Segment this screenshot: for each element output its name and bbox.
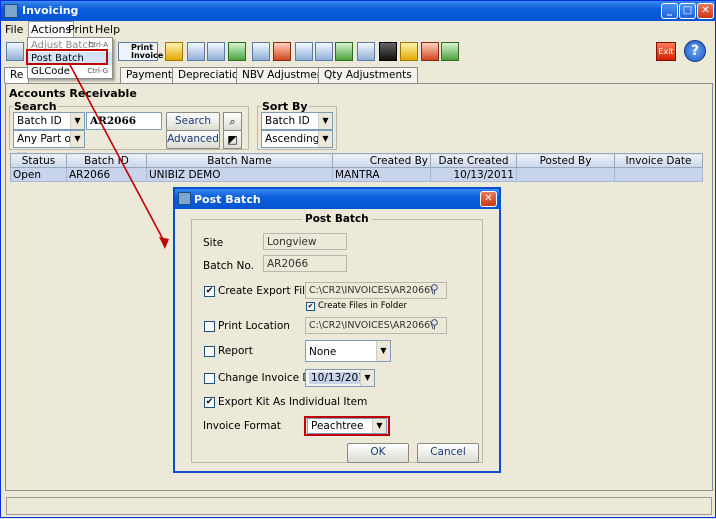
post-batch-dialog: Post Batch ✕ Post Batch Site Longview Ba… — [173, 187, 501, 473]
ok-button[interactable]: OK — [347, 443, 409, 463]
change-date-checkbox[interactable] — [204, 373, 215, 384]
change-date-select[interactable]: 10/13/2011 ▼ — [305, 369, 375, 387]
browse-search-icon[interactable]: ⚲ — [430, 317, 444, 331]
print-location-label: Print Location — [218, 320, 290, 332]
batch-no-value: AR2066 — [263, 255, 347, 272]
export-kit-checkbox[interactable]: ✔ — [204, 397, 215, 408]
chevron-down-icon: ▼ — [360, 370, 374, 386]
report-checkbox[interactable] — [204, 346, 215, 357]
print-location-path: C:\CR2\INVOICES\AR2066\ — [305, 317, 447, 334]
create-export-checkbox[interactable]: ✔ — [204, 286, 215, 297]
site-label: Site — [203, 237, 224, 249]
report-select[interactable]: None ▼ — [305, 340, 391, 362]
browse-search-icon[interactable]: ⚲ — [430, 282, 444, 296]
create-export-label: Create Export File — [218, 285, 312, 297]
invoice-format-label: Invoice Format — [203, 420, 281, 432]
dialog-title: Post Batch — [194, 193, 261, 206]
post-batch-group-title: Post Batch — [302, 213, 372, 225]
create-files-label: Create Files in Folder — [318, 301, 408, 311]
create-export-path: C:\CR2\INVOICES\AR2066\ — [305, 282, 447, 299]
invoice-format-highlight — [304, 416, 390, 436]
report-value: None — [309, 346, 337, 358]
batch-no-label: Batch No. — [203, 260, 254, 272]
site-value: Longview — [263, 233, 347, 250]
dialog-close-button[interactable]: ✕ — [480, 191, 497, 207]
cancel-button[interactable]: Cancel — [417, 443, 479, 463]
print-location-checkbox[interactable] — [204, 321, 215, 332]
dialog-icon — [178, 192, 191, 205]
create-files-checkbox[interactable]: ✔ — [306, 302, 315, 311]
chevron-down-icon: ▼ — [376, 341, 390, 361]
invoicing-window: Invoicing _ □ ✕ File Actions Print Help … — [0, 0, 716, 518]
report-label: Report — [218, 345, 253, 357]
dialog-title-bar: Post Batch ✕ — [175, 189, 499, 209]
export-kit-label: Export Kit As Individual Item — [218, 396, 368, 408]
